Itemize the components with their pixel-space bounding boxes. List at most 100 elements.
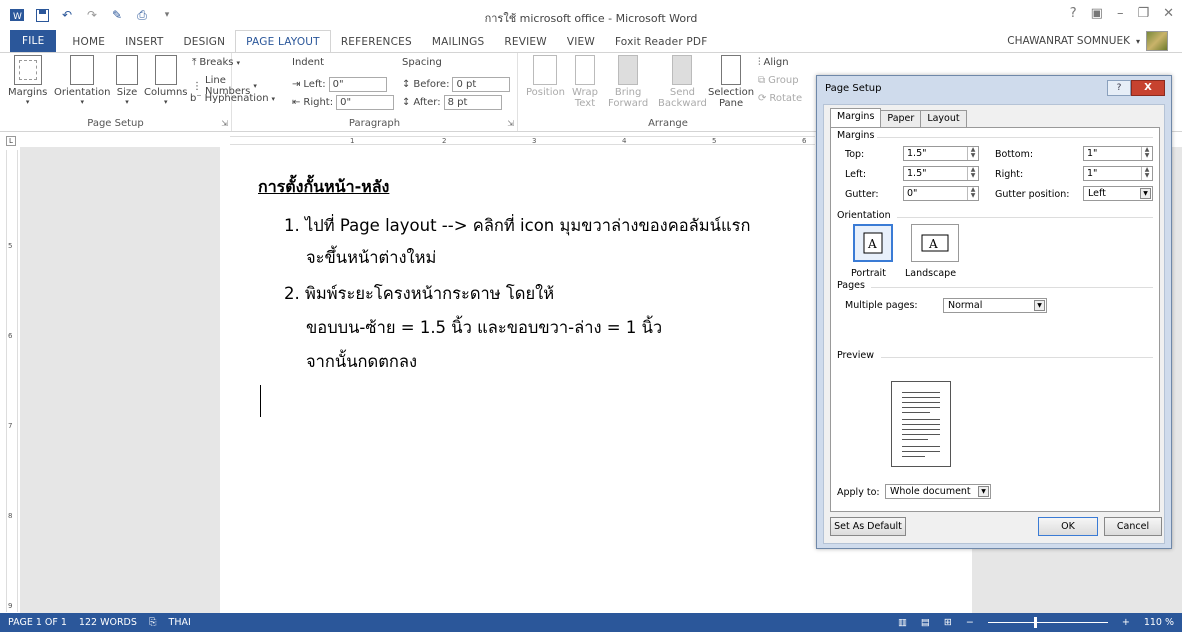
minimize-icon[interactable]: – — [1117, 6, 1124, 21]
selection-pane-button[interactable]: Selection Pane — [708, 55, 754, 109]
tab-view[interactable]: VIEW — [557, 32, 605, 52]
tab-selector[interactable]: L — [6, 136, 16, 146]
left-input[interactable]: 1.5" ▲ ▼ — [903, 166, 979, 181]
bottom-label: Bottom: — [995, 149, 1034, 160]
group-icon: ⧉ — [758, 75, 766, 86]
spacing-after-input[interactable]: 8 pt — [443, 95, 502, 110]
indent-left-label: Left: — [303, 79, 326, 90]
avatar[interactable] — [1146, 31, 1168, 51]
chevron-down-icon[interactable]: ▼ — [1140, 188, 1151, 199]
tab-file[interactable]: FILE — [10, 30, 57, 52]
set-as-default-button[interactable]: Set As Default — [830, 517, 906, 536]
window-controls: ? ▣ – ❐ ✕ — [1070, 6, 1174, 21]
proofing-icon[interactable]: ⎘ — [149, 617, 157, 628]
paragraph-launcher-icon[interactable]: ⇲ — [507, 119, 514, 128]
apply-to-select[interactable]: Whole document ▼ — [885, 484, 991, 499]
spacing-before-input[interactable]: 0 pt — [452, 77, 511, 92]
dialog-help-button[interactable]: ? — [1107, 80, 1131, 96]
language[interactable]: THAI — [169, 617, 191, 628]
position-button[interactable]: Position — [526, 55, 565, 98]
page-count[interactable]: PAGE 1 OF 1 — [8, 617, 67, 628]
tab-review[interactable]: REVIEW — [494, 32, 556, 52]
tab-paper[interactable]: Paper — [880, 110, 922, 127]
top-input[interactable]: 1.5" ▲ ▼ — [903, 146, 979, 161]
bottom-spinner-icon[interactable]: ▲ ▼ — [1141, 147, 1152, 160]
tab-home[interactable]: HOME — [62, 32, 115, 52]
indent-right-label: Right: — [303, 97, 334, 108]
preview-page — [891, 381, 951, 467]
cancel-button[interactable]: Cancel — [1104, 517, 1162, 536]
tab-references[interactable]: REFERENCES — [331, 32, 422, 52]
zoom-slider[interactable] — [987, 617, 1108, 628]
top-spinner-icon[interactable]: ▲ ▼ — [967, 147, 978, 160]
group-button[interactable]: ⧉ Group — [758, 75, 799, 86]
ribbon-tabs: FILE HOME INSERT DESIGN PAGE LAYOUT REFE… — [0, 30, 1182, 52]
print-layout-icon[interactable]: ▤ — [921, 617, 930, 628]
size-icon — [116, 55, 138, 85]
chevron-down-icon[interactable]: ▼ — [978, 486, 989, 497]
margins-button[interactable]: Margins ▾ — [8, 55, 47, 106]
columns-button[interactable]: Columns ▾ — [144, 55, 188, 106]
zoom-level[interactable]: 110 % — [1144, 617, 1174, 628]
gutter-position-select[interactable]: Left ▼ — [1083, 186, 1153, 201]
spacing-label: Spacing — [402, 57, 442, 68]
restore-icon[interactable]: ❐ — [1137, 6, 1149, 21]
doc-heading: การตั้งกั้นหน้า-หลัง — [258, 177, 390, 196]
dialog-title: Page Setup — [825, 83, 882, 94]
user-name: CHAWANRAT SOMNUEK — [1007, 35, 1130, 47]
right-spinner-icon[interactable]: ▲ ▼ — [1141, 167, 1152, 180]
ok-button[interactable]: OK — [1038, 517, 1098, 536]
tab-design[interactable]: DESIGN — [173, 32, 235, 52]
tab-insert[interactable]: INSERT — [115, 32, 173, 52]
multiple-pages-select[interactable]: Normal ▼ — [943, 298, 1047, 313]
title-bar: W ↶ ↷ ✎ ⎙ ▾ การใช้ microsoft office - Mi… — [0, 0, 1182, 30]
bottom-input[interactable]: 1" ▲ ▼ — [1083, 146, 1153, 161]
margins-icon — [13, 55, 42, 85]
landscape-button[interactable]: A — [911, 224, 959, 262]
indent-left-input[interactable]: 0" — [328, 77, 387, 92]
dialog-close-button[interactable]: X — [1131, 80, 1165, 96]
dialog-tabs: Margins Paper Layout — [830, 108, 967, 127]
tab-mailings[interactable]: MAILINGS — [422, 32, 495, 52]
align-button[interactable]: ⫶ Align — [758, 57, 789, 68]
arrange-group: Position Wrap Text Bring Forward Send Backw… — [518, 53, 818, 131]
doc-line-1: 1. ไปที่ Page layout --> คลิกที่ icon มุ… — [284, 216, 751, 235]
tab-margins[interactable]: Margins — [830, 108, 882, 127]
orientation-button[interactable]: Orientation ▾ — [54, 55, 110, 106]
zoom-out-icon[interactable]: − — [966, 617, 974, 628]
right-input[interactable]: 1" ▲ ▼ — [1083, 166, 1153, 181]
zoom-in-icon[interactable]: + — [1122, 617, 1130, 628]
horizontal-ruler[interactable]: 1 2 3 4 5 6 — [220, 133, 815, 147]
web-layout-icon[interactable]: ⊞ — [944, 617, 952, 628]
chevron-down-icon[interactable]: ▼ — [1034, 300, 1045, 311]
ribbon-display-icon[interactable]: ▣ — [1091, 6, 1103, 21]
left-spinner-icon[interactable]: ▲ ▼ — [967, 167, 978, 180]
close-icon[interactable]: ✕ — [1163, 6, 1174, 21]
margins-section-label: Margins — [837, 130, 875, 141]
rotate-button[interactable]: ⟳ Rotate — [758, 93, 802, 104]
portrait-button[interactable]: A — [853, 224, 893, 262]
page-setup-group-label: Page Setup — [87, 118, 144, 129]
indent-right-input[interactable]: 0" — [336, 95, 395, 110]
gutter-input[interactable]: 0" ▲ ▼ — [903, 186, 979, 201]
read-mode-icon[interactable]: ▥ — [898, 617, 907, 628]
size-button[interactable]: Size ▾ — [116, 55, 138, 106]
send-backward-button[interactable]: Send Backward — [658, 55, 707, 109]
tab-layout[interactable]: Layout — [920, 110, 967, 127]
page-setup-launcher-icon[interactable]: ⇲ — [221, 119, 228, 128]
tab-page-layout[interactable]: PAGE LAYOUT — [235, 30, 331, 52]
user-account[interactable]: CHAWANRAT SOMNUEK ▾ — [1007, 31, 1168, 51]
vertical-ruler[interactable]: 5 6 7 8 9 — [6, 150, 18, 612]
bring-forward-button[interactable]: Bring Forward — [608, 55, 648, 109]
gutter-spinner-icon[interactable]: ▲ ▼ — [967, 187, 978, 200]
help-icon[interactable]: ? — [1070, 6, 1077, 21]
word-count[interactable]: 122 WORDS — [79, 617, 137, 628]
text-cursor — [260, 385, 261, 417]
hyphenation-icon: b⁻ — [190, 93, 202, 104]
gutter-position-label: Gutter position: — [995, 189, 1070, 200]
margins-panel: Margins Top: 1.5" ▲ ▼ Bottom: 1" ▲ ▼ Left: 1… — [830, 127, 1160, 512]
tab-foxit[interactable]: Foxit Reader PDF — [605, 32, 718, 52]
portrait-icon: A — [863, 232, 883, 254]
landscape-icon: A — [921, 234, 949, 252]
wrap-text-button[interactable]: Wrap Text — [572, 55, 598, 109]
